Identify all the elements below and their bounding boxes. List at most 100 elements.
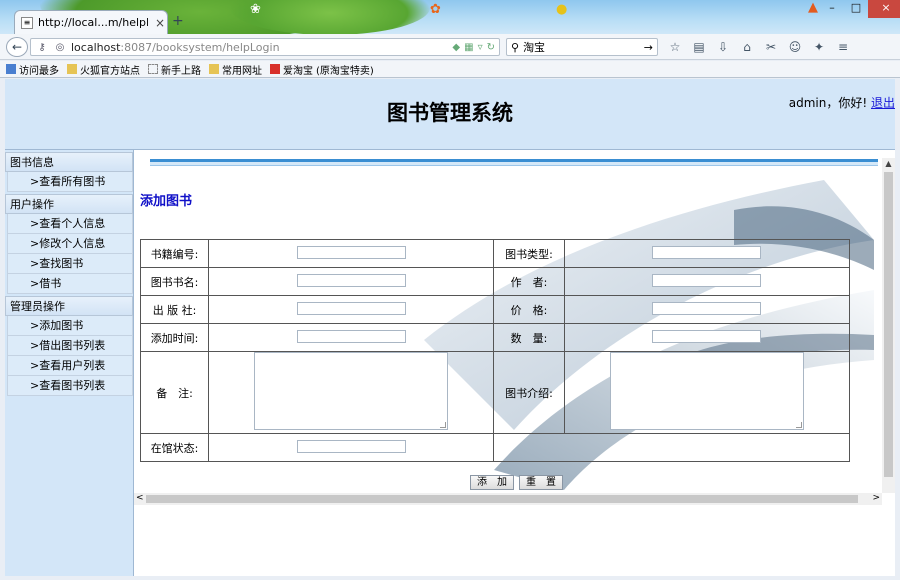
taobao-icon [270,64,280,74]
reading-list-icon[interactable]: ▤ [690,38,708,56]
extension-icon[interactable]: ✦ [810,38,828,56]
search-box[interactable]: ⚲ 淘宝 → [506,38,658,56]
horizontal-scrollbar[interactable]: < > [134,493,882,505]
book-type-label: 图书类型: [493,239,565,268]
scroll-right-icon[interactable]: > [872,493,880,503]
bookmark-item[interactable]: 常用网址 [209,62,262,77]
browser-toolbar: ☆ ▤ ⇩ ⌂ ✂ ☺ ✦ ≡ [666,38,852,56]
screenshot-icon[interactable]: ✂ [762,38,780,56]
theme-rabbit-icon: ❀ [250,2,261,17]
key-icon: ⚷ [38,41,46,53]
main-content: 添加图书 书籍编号: 图书类型: 图书书名: 作 者: 出 版 社: 价 格: … [134,150,895,576]
address-bar[interactable]: ⚷ ◎ localhost:8087/booksystem/helpLogin … [30,38,500,56]
sidebar-item-user-list[interactable]: >查看用户列表 [7,356,133,376]
maximize-icon[interactable]: □ [844,0,868,18]
browser-navbar: ← ⚷ ◎ localhost:8087/booksystem/helpLogi… [0,34,900,60]
quantity-input[interactable] [652,329,762,343]
qrcode-icon[interactable]: ▦ [464,42,473,53]
book-type-input[interactable] [652,245,762,259]
scroll-left-icon[interactable]: < [136,493,144,503]
publisher-cell [208,295,495,324]
form-row: 在馆状态: [139,433,850,462]
sidebar-item-borrowed-list[interactable]: >借出图书列表 [7,336,133,356]
sidebar: 图书信息 >查看所有图书 用户操作 >查看个人信息 >修改个人信息 >查找图书 … [5,150,134,576]
dropdown-icon[interactable]: ▿ [478,42,483,53]
form-buttons: 添 加 重 置 [470,475,563,490]
search-icon: ⚲ [511,40,520,54]
author-label: 作 者: [493,267,565,296]
download-icon[interactable]: ⇩ [714,38,732,56]
scrollbar-thumb[interactable] [146,495,858,503]
quantity-label: 数 量: [493,323,565,352]
add-button[interactable]: 添 加 [470,475,514,490]
url-text: localhost:8087/booksystem/helpLogin [71,40,280,54]
home-icon[interactable]: ⌂ [738,38,756,56]
book-name-cell [208,267,495,296]
theme-bird-icon: ● [556,2,568,17]
book-no-cell [208,239,495,268]
folder-icon [67,64,77,74]
sidebar-item-view-all-books[interactable]: >查看所有图书 [7,172,133,192]
status-input[interactable] [296,439,406,453]
book-no-input[interactable] [296,245,406,259]
new-tab-button[interactable]: + [172,13,184,29]
bookmark-star-icon[interactable]: ☆ [666,38,684,56]
sidebar-item-book-list[interactable]: >查看图书列表 [7,376,133,396]
bookmark-item[interactable]: 火狐官方站点 [67,62,140,77]
tab-title: http://local...m/helpLogin [38,16,148,29]
price-cell [563,295,851,324]
reload-icon[interactable]: ↻ [487,42,495,53]
bookmark-item[interactable]: 爱淘宝 (原淘宝特卖) [270,62,374,77]
site-title: 图书管理系统 [387,101,513,125]
status-label: 在馆状态: [139,433,210,462]
book-type-cell [563,239,851,268]
sidebar-item-add-book[interactable]: >添加图书 [7,316,133,336]
empty-cell [493,433,850,462]
price-input[interactable] [652,301,762,315]
sidebar-group-book-info[interactable]: 图书信息 [5,152,133,172]
book-name-input[interactable] [296,273,406,287]
remark-textarea[interactable] [254,352,449,430]
status-cell [208,433,495,462]
bookmark-item[interactable]: 新手上路 [148,62,201,77]
sidebar-item-view-profile[interactable]: >查看个人信息 [7,214,133,234]
search-go-icon[interactable]: → [644,41,653,54]
scroll-up-icon[interactable]: ▲ [882,158,895,170]
sidebar-group-user-ops[interactable]: 用户操作 [5,194,133,214]
logout-link[interactable]: 退出 [871,96,895,110]
bookmark-item[interactable]: 访问最多 [6,62,59,77]
remark-cell [208,351,495,434]
price-label: 价 格: [493,295,565,324]
sidebar-item-edit-profile[interactable]: >修改个人信息 [7,234,133,254]
sidebar-item-find-book[interactable]: >查找图书 [7,254,133,274]
chat-icon[interactable]: ☺ [786,38,804,56]
publisher-label: 出 版 社: [139,295,210,324]
vertical-scrollbar[interactable]: ▲ [882,158,895,493]
author-cell [563,267,851,296]
sidebar-group-admin-ops[interactable]: 管理员操作 [5,296,133,316]
page-icon [148,64,158,74]
minimize-icon[interactable]: – [820,0,844,18]
bookmark-folder-icon [6,64,16,74]
browser-tab[interactable]: ≡ http://local...m/helpLogin × [14,10,168,34]
remark-label: 备 注: [139,351,210,434]
menu-icon[interactable]: ≡ [834,38,852,56]
shield-icon[interactable]: ◆ [452,42,460,53]
sidebar-item-borrow[interactable]: >借书 [7,274,133,294]
globe-icon: ◎ [55,41,65,53]
search-input[interactable]: 淘宝 [523,39,640,55]
tab-close-icon[interactable]: × [153,16,167,30]
add-time-input[interactable] [296,329,406,343]
intro-textarea[interactable] [609,352,804,430]
publisher-input[interactable] [296,301,406,315]
window-close-icon[interactable]: × [868,0,900,18]
author-input[interactable] [652,273,762,287]
theme-fox-icon: ▲ [808,0,818,15]
scrollbar-thumb[interactable] [884,172,893,477]
browser-titlebar: ❀ ✿ ● ▲ ≡ http://local...m/helpLogin × +… [0,0,900,34]
book-name-label: 图书书名: [139,267,210,296]
form-row: 图书书名: 作 者: [139,267,851,296]
reset-button[interactable]: 重 置 [519,475,563,490]
form-row: 书籍编号: 图书类型: [139,239,851,268]
back-arrow-icon[interactable]: ← [6,37,28,57]
